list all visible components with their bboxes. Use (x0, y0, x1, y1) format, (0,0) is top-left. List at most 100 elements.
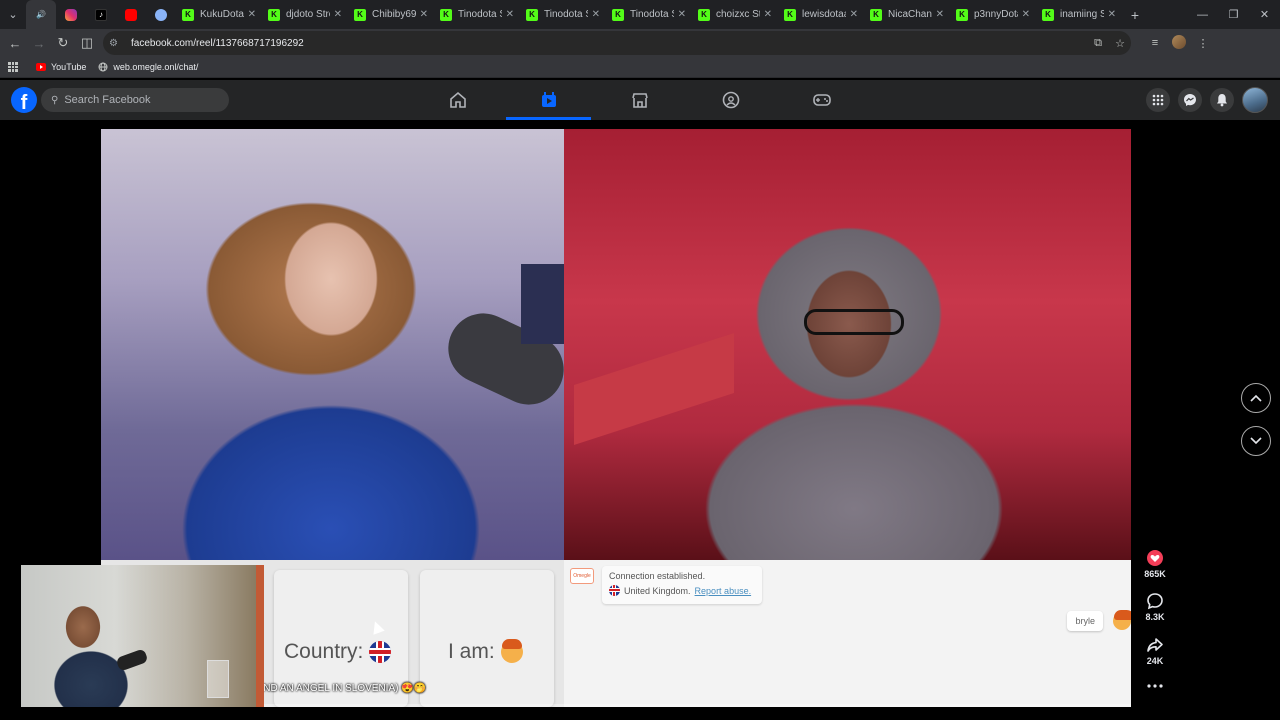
chevron-up-icon (1250, 394, 1262, 402)
report-abuse-link[interactable]: Report abuse. (695, 586, 752, 596)
tab-pinned-audio[interactable]: 🔊 (26, 0, 56, 29)
glasses-shape (804, 309, 904, 335)
keyboard-shape (574, 333, 734, 445)
tab-search-icon[interactable]: ⌄ (0, 0, 26, 29)
tab-kick-5[interactable]: K Tinodota S ✕ (520, 0, 606, 29)
close-icon[interactable]: ✕ (248, 9, 256, 20)
tab-kick-7[interactable]: Kchoizxc Str ✕ (692, 0, 778, 29)
profile-icon[interactable] (1167, 34, 1191, 52)
address-bar[interactable]: ⚙ facebook.com/reel/1137668717196292 ⧉ ☆ (103, 31, 1131, 55)
location-row: United Kingdom. Report abuse. (609, 585, 755, 596)
tab-kick-4[interactable]: K Tinodota S ✕ (434, 0, 520, 29)
chevron-down-icon (1250, 437, 1262, 445)
bookmark-omegle[interactable]: web.omegle.onl/chat/ (98, 62, 198, 72)
tab-pinned-youtube[interactable] (116, 0, 146, 29)
tiktok-icon: ♪ (95, 8, 107, 21)
tab-title: NicaChann (888, 9, 932, 20)
connection-status: Connection established. United Kingdom. … (602, 566, 762, 604)
bookmark-youtube[interactable]: YouTube (36, 62, 86, 72)
side-panel-icon[interactable]: ◫ (75, 29, 99, 57)
menu-icon[interactable]: ⋮ (1191, 37, 1215, 50)
apps-grid-icon[interactable] (8, 62, 18, 72)
kick-icon: K (1042, 8, 1054, 21)
nav-gaming[interactable] (776, 80, 867, 120)
forward-icon[interactable]: → (27, 29, 51, 57)
bookmarks-bar: YouTube web.omegle.onl/chat/ (0, 57, 1280, 78)
like-action[interactable]: 865K (1137, 549, 1173, 579)
site-info-icon[interactable]: ⚙ (109, 38, 125, 49)
bookmark-label: web.omegle.onl/chat/ (113, 62, 199, 72)
kick-icon: K (526, 8, 538, 21)
iam-label: I am: (448, 640, 495, 663)
globe-icon (98, 62, 108, 72)
close-icon[interactable]: ✕ (850, 9, 858, 20)
main-nav (412, 80, 867, 120)
previous-reel-button[interactable] (1241, 383, 1271, 413)
tab-pinned-instagram[interactable] (56, 0, 86, 29)
more-options-button[interactable] (1137, 677, 1173, 697)
tab-kick-10[interactable]: Kp3nnyDota ✕ (950, 0, 1036, 29)
tab-kick-2[interactable]: Kdjdoto Stre ✕ (262, 0, 348, 29)
country-label: Country: (284, 640, 364, 663)
back-icon[interactable]: ← (3, 29, 27, 57)
close-icon[interactable]: ✕ (1022, 9, 1030, 20)
tab-kick-1[interactable]: K KukuDota2 ✕ (176, 0, 262, 29)
menu-grid-icon (1152, 94, 1164, 106)
new-tab-icon[interactable]: + (1122, 0, 1148, 29)
close-icon[interactable]: ✕ (1108, 9, 1116, 20)
youtube-icon (36, 62, 46, 72)
share-action[interactable]: 24K (1137, 636, 1173, 666)
tab-pinned-tiktok[interactable]: ♪ (86, 0, 116, 29)
close-icon[interactable]: ✕ (592, 9, 600, 20)
close-icon[interactable]: ✕ (506, 9, 514, 20)
close-icon[interactable]: ✕ (678, 9, 686, 20)
kick-icon: K (354, 8, 366, 21)
install-app-icon[interactable]: ⧉ (1087, 37, 1109, 50)
comment-action[interactable]: 8.3K (1137, 592, 1173, 622)
nav-video[interactable] (503, 80, 594, 120)
reel-stage: Country: I am: Omegle Connection establi… (0, 120, 1280, 720)
close-icon[interactable]: ✕ (764, 9, 772, 20)
streamer-facecam (21, 565, 264, 707)
iam-pane[interactable]: I am: (420, 570, 554, 707)
share-icon (1147, 638, 1163, 652)
close-icon[interactable]: ✕ (420, 9, 428, 20)
webcam-left-video (101, 129, 576, 560)
tab-pinned-globe[interactable] (146, 0, 176, 29)
menu-grid-button[interactable] (1146, 88, 1170, 112)
iam-label-row: I am: (448, 639, 523, 664)
tab-title: djdoto Stre (286, 9, 330, 20)
bell-icon (1217, 94, 1227, 107)
tab-kick-3[interactable]: K Chibiby69 ✕ (348, 0, 434, 29)
facebook-logo-icon[interactable]: f (11, 87, 37, 113)
nav-home[interactable] (412, 80, 503, 120)
close-icon[interactable]: ✕ (334, 9, 342, 20)
close-icon[interactable]: ✕ (936, 9, 944, 20)
browser-tab-strip: ⌄ 🔊 ♪ K KukuDota2 ✕ Kdjdoto Stre ✕ K Chibiby… (0, 0, 1280, 29)
browser-toolbar: ← → ↻ ◫ ⚙ facebook.com/reel/113766871719… (0, 29, 1280, 57)
tab-title: KukuDota2 (200, 9, 244, 20)
bookmark-star-icon[interactable]: ☆ (1109, 37, 1131, 50)
restore-icon[interactable]: ❐ (1218, 0, 1249, 29)
media-controls-icon[interactable]: ≡ (1143, 37, 1167, 49)
next-reel-button[interactable] (1241, 426, 1271, 456)
nav-marketplace[interactable] (594, 80, 685, 120)
tab-kick-9[interactable]: K NicaChann ✕ (864, 0, 950, 29)
reload-icon[interactable]: ↻ (51, 29, 75, 57)
close-window-icon[interactable]: ✕ (1249, 0, 1280, 29)
home-icon (449, 91, 466, 108)
uk-flag-icon (369, 641, 392, 663)
nav-groups[interactable] (685, 80, 776, 120)
search-input[interactable]: ⚲ Search Facebook (41, 88, 229, 112)
tab-kick-8[interactable]: Klewisdotaa ✕ (778, 0, 864, 29)
account-avatar[interactable] (1242, 87, 1268, 113)
tab-kick-11[interactable]: Kinamiing S ✕ (1036, 0, 1122, 29)
webcam-right-video (564, 129, 1131, 560)
omegle-chat-panel: Omegle Connection established. United Ki… (564, 560, 1131, 707)
minimize-icon[interactable]: — (1187, 0, 1218, 29)
kick-icon: K (612, 8, 624, 21)
notifications-button[interactable] (1210, 88, 1234, 112)
omegle-logo-icon: Omegle (570, 568, 594, 584)
messenger-button[interactable] (1178, 88, 1202, 112)
tab-kick-6[interactable]: K Tinodota S ✕ (606, 0, 692, 29)
